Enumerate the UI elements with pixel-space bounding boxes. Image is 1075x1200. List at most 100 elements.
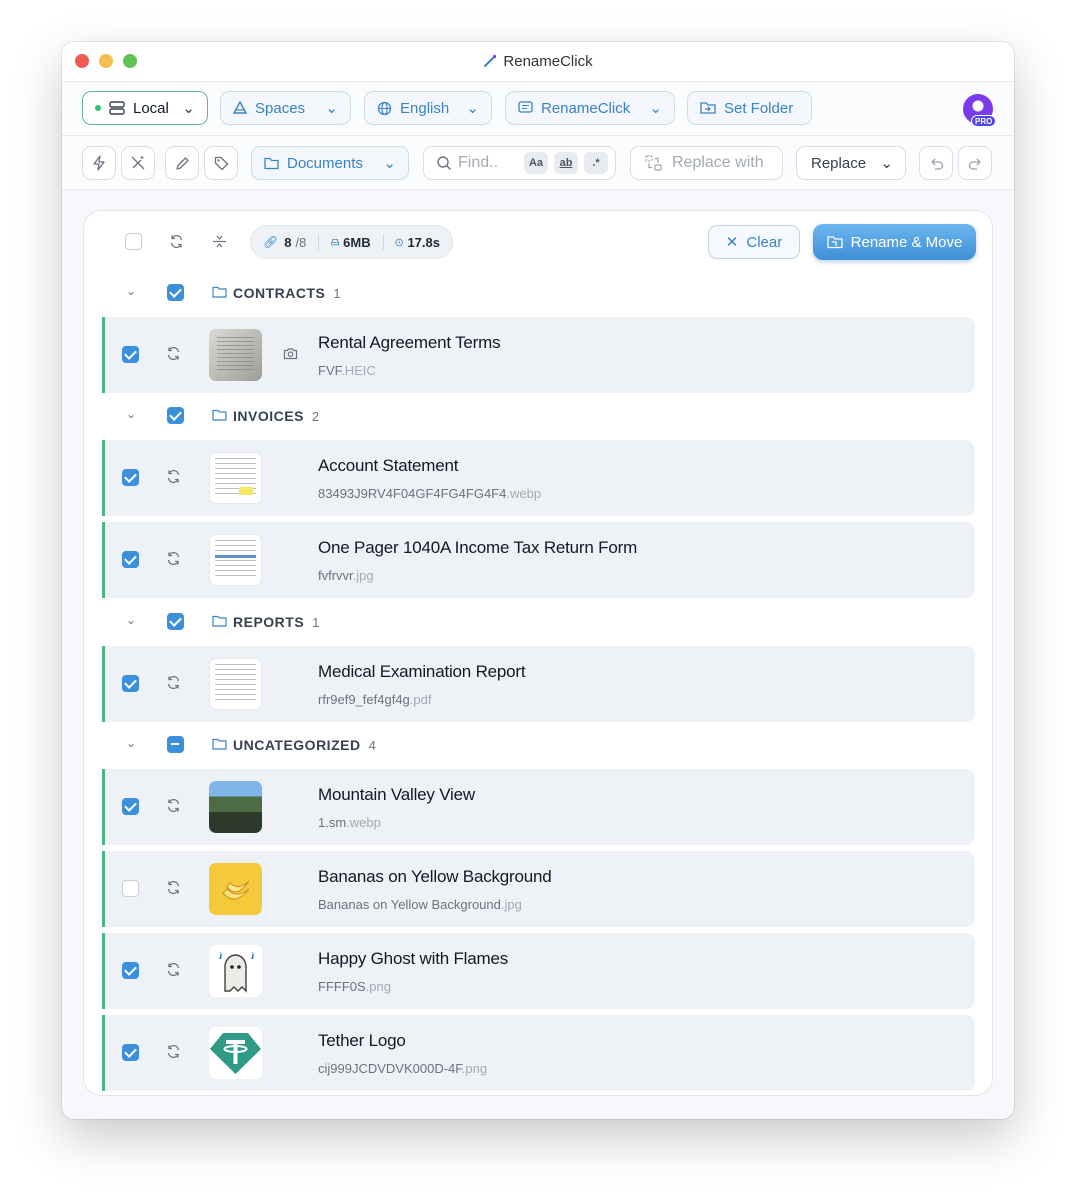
- chevron-down-icon: ⌄: [649, 100, 662, 117]
- file-thumbnail: [209, 658, 262, 710]
- file-checkbox[interactable]: [122, 675, 139, 692]
- rename-move-button[interactable]: Rename & Move: [813, 224, 976, 260]
- replace-input[interactable]: [672, 154, 772, 172]
- file-checkbox[interactable]: [122, 962, 139, 979]
- group-checkbox[interactable]: [167, 284, 184, 301]
- regenerate-icon[interactable]: [166, 880, 181, 895]
- regenerate-icon[interactable]: [166, 962, 181, 977]
- regenerate-icon[interactable]: [166, 675, 181, 690]
- set-folder-button[interactable]: Set Folder: [687, 91, 812, 125]
- group-checkbox[interactable]: [167, 736, 184, 753]
- undo-button[interactable]: [919, 146, 953, 180]
- file-new-name: Happy Ghost with Flames: [318, 949, 509, 968]
- disable-ai-button[interactable]: [121, 146, 155, 180]
- server-icon: [109, 101, 125, 115]
- local-label: Local: [133, 99, 169, 117]
- file-new-name: Account Statement: [318, 456, 459, 475]
- folder-icon: [212, 615, 227, 627]
- category-dropdown[interactable]: Documents ⌄: [251, 146, 409, 180]
- file-checkbox[interactable]: [122, 1044, 139, 1061]
- clock-icon: [395, 238, 404, 246]
- file-checkbox[interactable]: [122, 880, 139, 897]
- regenerate-icon[interactable]: [166, 798, 181, 813]
- chevron-down-icon[interactable]: ⌄: [126, 407, 136, 421]
- select-all-checkbox[interactable]: [125, 233, 142, 250]
- file-original-name: FFFF0S.png: [318, 979, 391, 994]
- ghost-icon: [219, 951, 254, 993]
- auto-rename-button[interactable]: [82, 146, 116, 180]
- group-name: UNCATEGORIZED 4: [233, 737, 376, 753]
- find-input[interactable]: [458, 154, 518, 172]
- group-header-uncategorized[interactable]: ⌄ UNCATEGORIZED 4: [84, 730, 992, 760]
- collapse-all-icon[interactable]: [212, 234, 227, 249]
- file-checkbox[interactable]: [122, 346, 139, 363]
- group-checkbox[interactable]: [167, 407, 184, 424]
- total-size: 6MB: [343, 234, 371, 250]
- preset-dropdown[interactable]: RenameClick ⌄: [505, 91, 675, 125]
- chevron-down-icon: ⌄: [325, 100, 338, 117]
- match-case-toggle[interactable]: Aa: [524, 152, 548, 174]
- replace-dropdown[interactable]: Replace ⌄: [796, 146, 906, 180]
- regenerate-icon[interactable]: [166, 551, 181, 566]
- status-dot: [95, 105, 101, 111]
- chevron-down-icon[interactable]: ⌄: [126, 613, 136, 627]
- lightning-icon: [93, 155, 105, 171]
- group-header-invoices[interactable]: ⌄ INVOICES 2: [84, 401, 992, 431]
- language-dropdown[interactable]: English ⌄: [364, 91, 492, 125]
- regenerate-icon[interactable]: [166, 346, 181, 361]
- chevron-down-icon[interactable]: ⌄: [126, 736, 136, 750]
- top-toolbar: Local ⌄ Spaces ⌄ English ⌄ RenameClick ⌄…: [62, 82, 1014, 136]
- file-thumbnail: [209, 534, 262, 586]
- pencil-icon: [175, 156, 189, 170]
- clear-button[interactable]: ✕ Clear: [708, 225, 800, 259]
- regenerate-icon[interactable]: [166, 469, 181, 484]
- close-icon: ✕: [725, 234, 739, 251]
- file-original-name: cij999JCDVDVK000D-4F.png: [318, 1061, 488, 1076]
- file-original-name: rfr9ef9_fef4gf4g.pdf: [318, 692, 432, 707]
- file-thumbnail: [209, 1027, 262, 1079]
- group-checkbox[interactable]: [167, 613, 184, 630]
- file-checkbox[interactable]: [122, 551, 139, 568]
- file-thumbnail: [209, 329, 262, 381]
- window-title: RenameClick: [62, 53, 1014, 70]
- file-row[interactable]: Rental Agreement Terms FVF.HEIC: [102, 317, 975, 393]
- preset-list-icon: [518, 101, 533, 113]
- chevron-down-icon: ⌄: [383, 155, 396, 172]
- category-label: Documents: [287, 154, 363, 172]
- tether-logo-icon: [210, 1033, 261, 1074]
- file-checkbox[interactable]: [122, 798, 139, 815]
- file-row[interactable]: Medical Examination Report rfr9ef9_fef4g…: [102, 646, 975, 722]
- file-thumbnail: [209, 781, 262, 833]
- redo-button[interactable]: [958, 146, 992, 180]
- file-row[interactable]: Mountain Valley View 1.sm.webp: [102, 769, 975, 845]
- whole-word-toggle[interactable]: ab: [554, 152, 578, 174]
- banana-icon: [222, 880, 250, 900]
- file-row[interactable]: Account Statement 83493J9RV4F04GF4FG4FG4…: [102, 440, 975, 516]
- file-list-panel: 🔗︎ 8/8 6MB 17.8s ✕ Clear Rename & Move ⌄…: [83, 210, 993, 1096]
- pro-badge: PRO: [971, 115, 997, 127]
- tag-button[interactable]: [204, 146, 238, 180]
- file-row[interactable]: One Pager 1040A Income Tax Return Form f…: [102, 522, 975, 598]
- clear-label: Clear: [746, 233, 783, 251]
- file-new-name: One Pager 1040A Income Tax Return Form: [318, 538, 638, 557]
- chevron-down-icon[interactable]: ⌄: [126, 284, 136, 298]
- group-header-reports[interactable]: ⌄ REPORTS 1: [84, 607, 992, 637]
- language-label: English: [400, 99, 450, 117]
- folder-icon: [264, 157, 279, 169]
- local-source-dropdown[interactable]: Local ⌄: [82, 91, 208, 125]
- chevron-down-icon: ⌄: [182, 100, 195, 117]
- edit-toolbar: Documents ⌄ Aa ab .* Replace ⌄: [62, 136, 1014, 190]
- replace-label: Replace: [811, 154, 867, 172]
- file-row[interactable]: Bananas on Yellow Background Bananas on …: [102, 851, 975, 927]
- spaces-dropdown[interactable]: Spaces ⌄: [220, 91, 351, 125]
- file-row[interactable]: Tether Logo cij999JCDVDVK000D-4F.png: [102, 1015, 975, 1091]
- file-row[interactable]: Happy Ghost with Flames FFFF0S.png: [102, 933, 975, 1009]
- edit-button[interactable]: [165, 146, 199, 180]
- group-name: INVOICES 2: [233, 408, 320, 424]
- refresh-all-icon[interactable]: [169, 234, 184, 249]
- group-header-contracts[interactable]: ⌄ CONTRACTS 1: [84, 278, 992, 308]
- rename-move-label: Rename & Move: [850, 233, 963, 251]
- file-checkbox[interactable]: [122, 469, 139, 486]
- regenerate-icon[interactable]: [166, 1044, 181, 1059]
- regex-toggle[interactable]: .*: [584, 152, 608, 174]
